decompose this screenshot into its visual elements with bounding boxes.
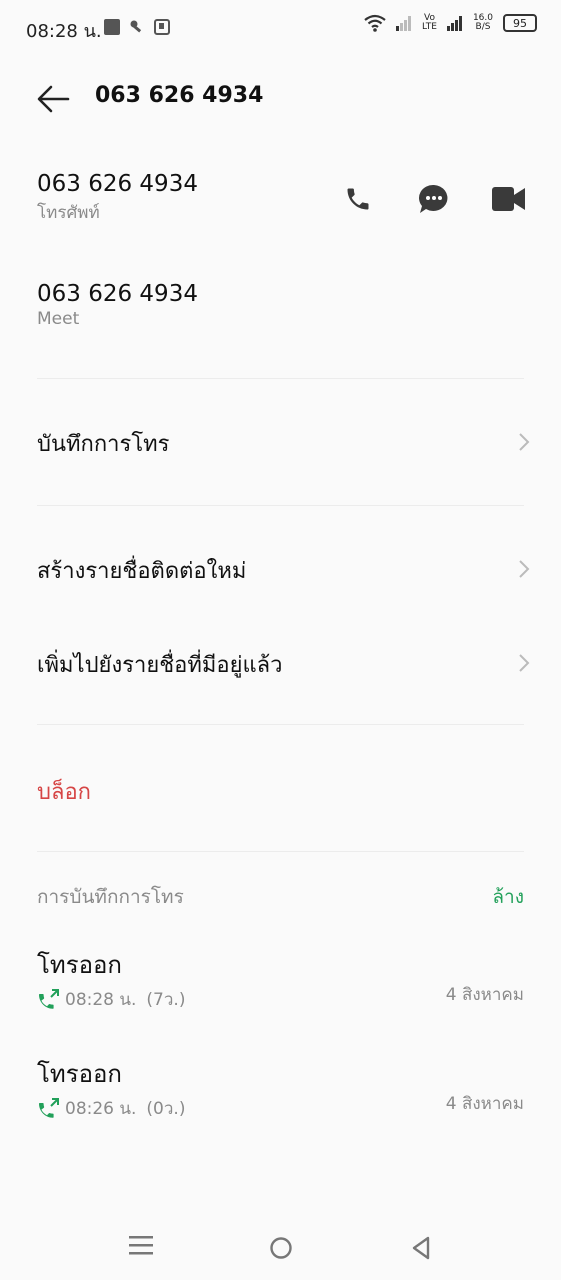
call-log-entry[interactable]: โทรออก 08:26 น. (0ว.) 4 สิงหาคม <box>37 1054 524 1119</box>
key-icon <box>130 19 144 39</box>
back-nav-button[interactable] <box>410 1235 432 1265</box>
chevron-right-icon <box>519 654 530 672</box>
home-circle-icon <box>270 1237 292 1259</box>
call-time: 08:26 น. <box>65 1099 137 1119</box>
signal-icon <box>446 16 462 31</box>
call-type: โทรออก <box>37 951 122 979</box>
call-time: 08:28 น. <box>65 990 137 1010</box>
divider <box>37 851 524 852</box>
app-notification-icon <box>154 19 170 39</box>
create-contact-label: สร้างรายชื่อติดต่อใหม่ <box>37 559 247 584</box>
speed-unit: B/S <box>475 22 491 32</box>
recent-apps-button[interactable] <box>129 1234 153 1260</box>
phone-number-row[interactable]: 063 626 4934 โทรศัพท์ <box>37 171 198 226</box>
phone-number: 063 626 4934 <box>37 171 198 197</box>
meet-number: 063 626 4934 <box>37 281 198 307</box>
call-type: โทรออก <box>37 1060 122 1088</box>
back-triangle-icon <box>412 1236 430 1260</box>
block-button[interactable]: บล็อก <box>37 774 91 809</box>
phone-number-label: โทรศัพท์ <box>37 203 100 223</box>
create-contact-row[interactable]: สร้างรายชื่อติดต่อใหม่ <box>37 553 531 587</box>
status-time: 08:28 น. <box>26 21 102 42</box>
message-icon <box>419 184 448 213</box>
back-arrow-icon <box>37 85 70 113</box>
volte-bottom: LTE <box>421 22 437 32</box>
volte-indicator: Vo LTE <box>422 14 437 32</box>
add-to-existing-row[interactable]: เพิ่มไปยังรายชื่อที่มีอยู่แล้ว <box>37 647 531 681</box>
divider <box>37 724 524 725</box>
home-button[interactable] <box>269 1236 293 1264</box>
video-camera-icon <box>492 187 525 211</box>
meet-number-row[interactable]: 063 626 4934 Meet <box>37 281 198 329</box>
chevron-right-icon <box>519 433 530 451</box>
call-date: 4 สิงหาคม <box>445 985 524 1005</box>
stop-icon <box>104 19 120 39</box>
battery-indicator: 95 <box>503 14 537 32</box>
outgoing-call-icon <box>39 1097 59 1118</box>
status-right-group: Vo LTE 16.0 B/S 95 <box>364 14 537 32</box>
phone-icon <box>347 188 369 210</box>
call-duration: (7ว.) <box>146 990 186 1010</box>
signal-weak-icon <box>395 16 411 31</box>
call-button[interactable] <box>344 185 372 217</box>
call-date: 4 สิงหาคม <box>445 1094 524 1114</box>
chevron-right-icon <box>519 560 530 578</box>
call-log-section-title: การบันทึกการโทร <box>37 886 184 908</box>
message-button[interactable] <box>418 183 450 219</box>
wifi-icon <box>364 14 386 32</box>
add-to-existing-label: เพิ่มไปยังรายชื่อที่มีอยู่แล้ว <box>37 653 283 678</box>
call-log-entry[interactable]: โทรออก 08:28 น. (7ว.) 4 สิงหาคม <box>37 945 524 1010</box>
divider <box>37 378 524 379</box>
back-button[interactable] <box>36 84 70 114</box>
call-history-label: บันทึกการโทร <box>37 432 170 457</box>
clear-button[interactable]: ล้าง <box>492 882 524 912</box>
network-speed: 16.0 B/S <box>473 14 493 32</box>
page-title: 063 626 4934 <box>95 83 264 108</box>
divider <box>37 505 524 506</box>
call-duration: (0ว.) <box>146 1099 186 1119</box>
meet-label: Meet <box>37 309 80 329</box>
call-history-row[interactable]: บันทึกการโทร <box>37 426 531 460</box>
menu-icon <box>129 1236 153 1255</box>
video-call-button[interactable] <box>492 185 526 217</box>
outgoing-call-icon <box>39 988 59 1009</box>
